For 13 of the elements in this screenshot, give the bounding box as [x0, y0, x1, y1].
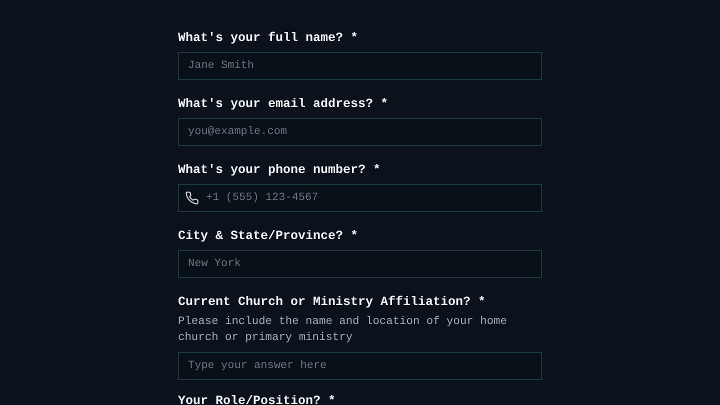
help-text: Please include the name and location of your home church or primary ministry — [178, 314, 508, 346]
question-label: What's your full name? * — [178, 30, 360, 47]
input-field[interactable]: New York — [178, 250, 542, 278]
question-label: What's your phone number? * — [178, 162, 382, 179]
phone-icon — [185, 191, 199, 205]
question-label: Current Church or Ministry Affiliation? * — [178, 294, 487, 311]
question-label: City & State/Province? * — [178, 228, 360, 245]
input-field[interactable]: Type your answer here — [178, 352, 542, 380]
input-field[interactable]: Jane Smith — [178, 52, 542, 80]
phone-field[interactable]: +1 (555) 123-4567 — [178, 184, 542, 212]
question-label: What's your email address? * — [178, 96, 390, 113]
question-label: Your Role/Position? * — [178, 393, 337, 405]
input-field[interactable]: you@example.com — [178, 118, 542, 146]
